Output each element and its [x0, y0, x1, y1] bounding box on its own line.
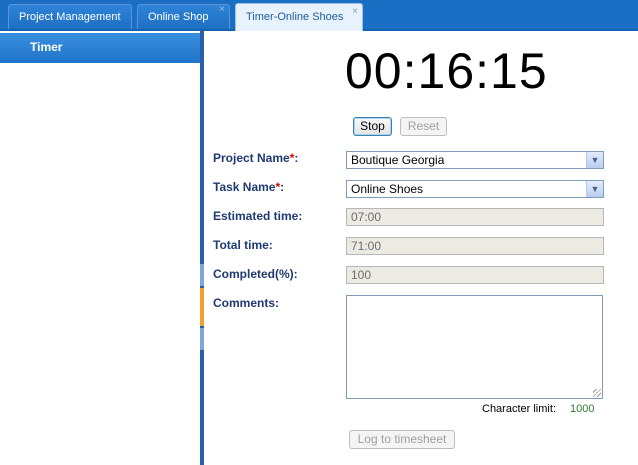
sidebar-item-timer[interactable]: Timer [0, 33, 200, 63]
task-name-value: Online Shoes [351, 182, 424, 196]
sidebar-item-label: Timer [30, 40, 63, 54]
reset-button[interactable]: Reset [400, 117, 447, 136]
stop-button[interactable]: Stop [353, 117, 392, 136]
project-name-select[interactable]: Boutique Georgia ▼ [346, 151, 604, 169]
resize-grip-icon[interactable] [593, 389, 601, 397]
character-limit-label: Character limit: [482, 403, 556, 415]
log-to-timesheet-button[interactable]: Log to timesheet [349, 430, 455, 449]
splitter-grip-top [200, 264, 204, 286]
timer-display: 00:16:15 [345, 43, 548, 99]
splitter-collapse-handle[interactable] [200, 288, 204, 326]
comments-label: Comments: [213, 296, 280, 310]
chevron-down-icon[interactable]: ▼ [586, 181, 603, 197]
estimated-time-field: 07:00 [346, 208, 604, 226]
splitter-grip-bottom [200, 328, 204, 350]
tab-label: Timer-Online Shoes [246, 11, 344, 23]
total-time-label: Total time: [213, 238, 273, 252]
project-name-label: Project Name*: [213, 151, 299, 165]
task-name-label: Task Name*: [213, 180, 285, 194]
close-icon[interactable]: × [219, 0, 225, 22]
comments-textarea[interactable] [346, 295, 603, 399]
completed-field: 100 [346, 266, 604, 284]
completed-label: Completed(%): [213, 267, 298, 281]
sidebar: Timer [0, 31, 200, 465]
task-name-select[interactable]: Online Shoes ▼ [346, 180, 604, 198]
character-limit-value: 1000 [570, 403, 595, 415]
chevron-down-icon[interactable]: ▼ [586, 152, 603, 168]
close-icon[interactable]: × [352, 0, 358, 25]
panel-splitter[interactable] [200, 31, 204, 465]
estimated-time-label: Estimated time: [213, 209, 303, 223]
total-time-field: 71:00 [346, 237, 604, 255]
tab-label: Project Management [19, 11, 121, 23]
project-name-value: Boutique Georgia [351, 153, 445, 167]
tab-label: Online Shop [148, 11, 209, 23]
tab-project-management[interactable]: Project Management [8, 4, 132, 29]
tab-timer-online-shoes[interactable]: Timer-Online Shoes × [235, 3, 363, 31]
tab-online-shop[interactable]: Online Shop × [137, 4, 230, 29]
tab-bar: Project Management Online Shop × Timer-O… [0, 0, 638, 31]
